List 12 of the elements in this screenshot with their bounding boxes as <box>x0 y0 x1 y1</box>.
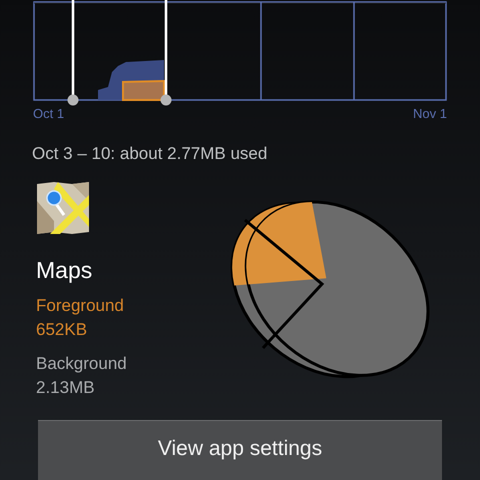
sweep-handle[interactable] <box>160 0 172 106</box>
usage-value: 652KB <box>36 318 88 340</box>
map-icon[interactable] <box>36 180 90 234</box>
app-name: Maps <box>36 256 94 284</box>
sweep-handle[interactable] <box>67 0 79 106</box>
usage-value: 2.13MB <box>36 376 96 398</box>
end-date-label: Nov 1 <box>413 105 447 123</box>
start-date-label: Oct 1 <box>33 105 64 123</box>
usage-label: Foreground <box>36 294 125 316</box>
view-app-settings-button[interactable]: View app settings <box>38 420 442 480</box>
usage-summary: Oct 3 – 10: about 2.77MB used <box>32 144 268 162</box>
usage-label: Background <box>36 352 128 374</box>
